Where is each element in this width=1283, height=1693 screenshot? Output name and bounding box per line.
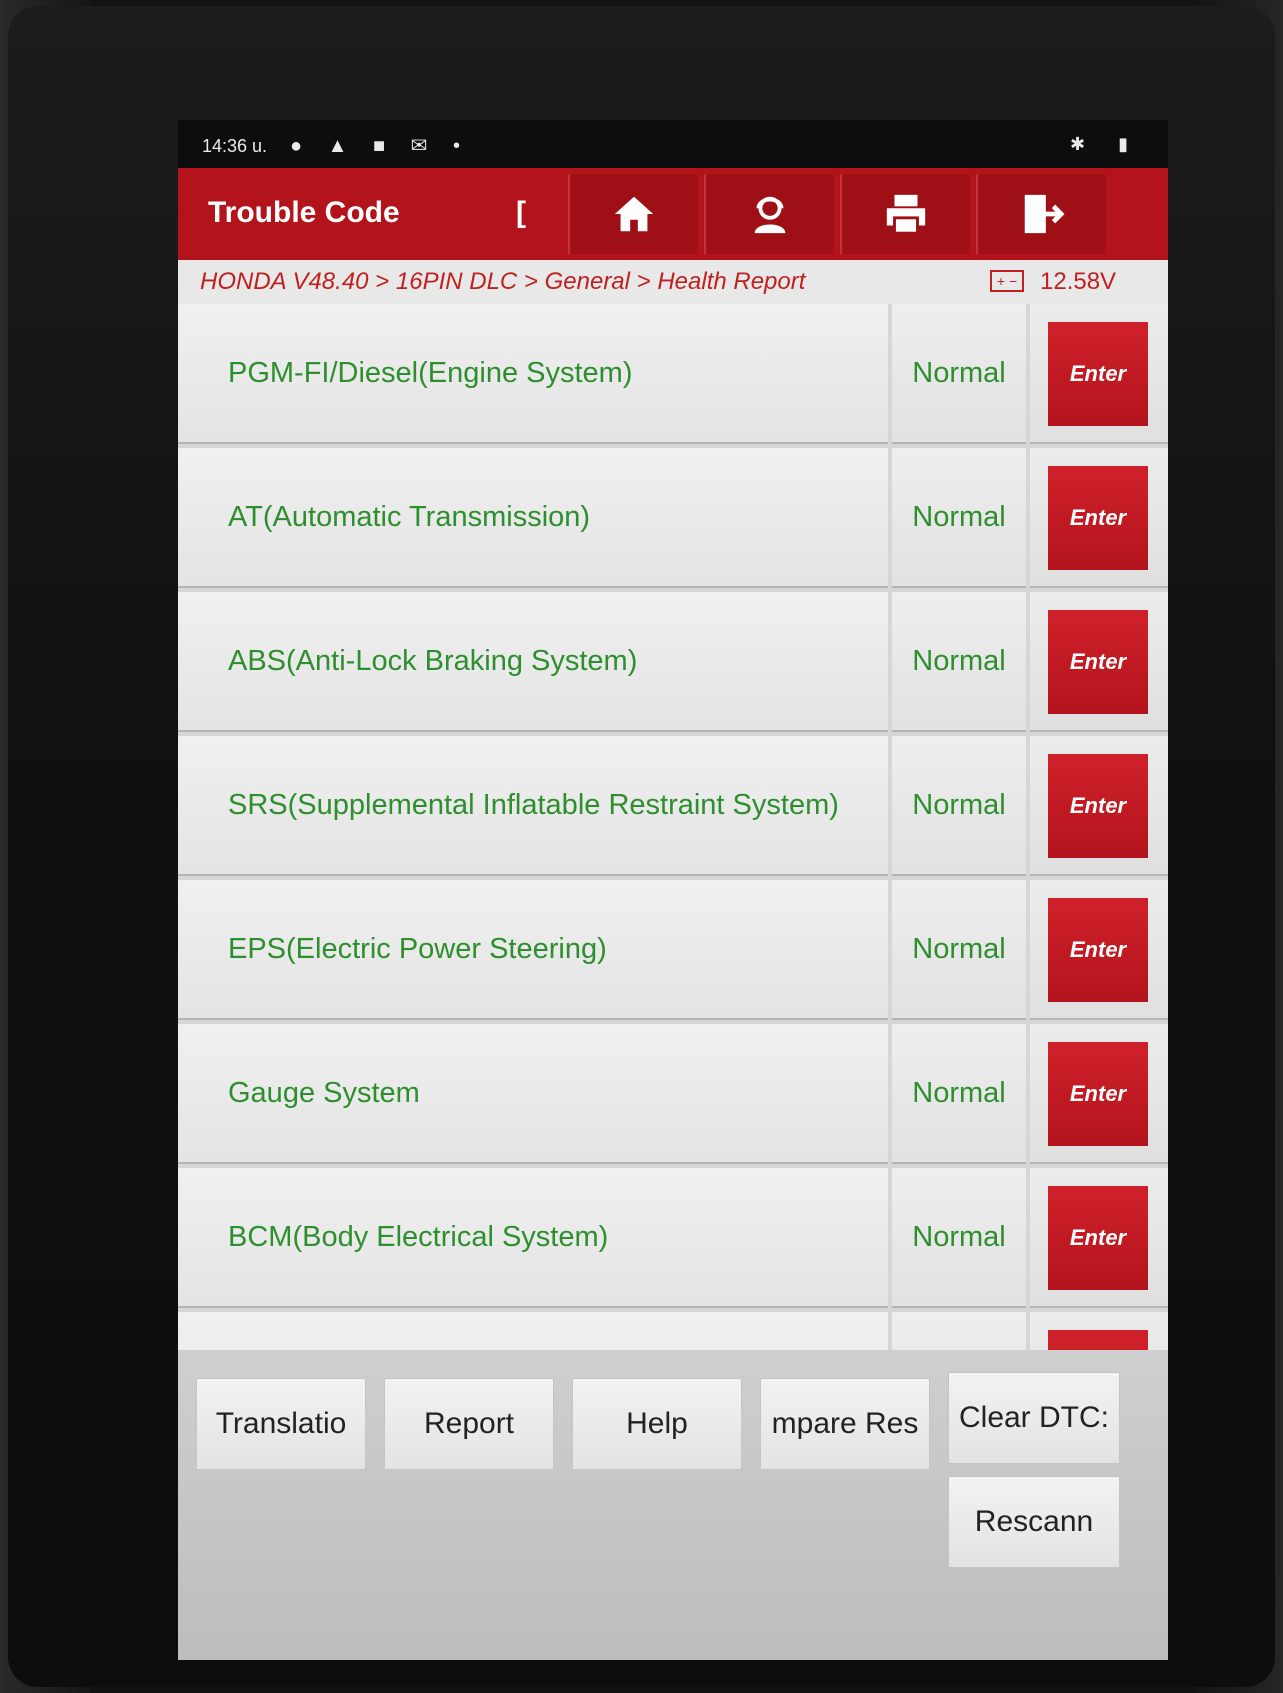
battery-icon: + − (990, 270, 1024, 292)
rescan-button[interactable]: Rescann (948, 1476, 1120, 1568)
status-bar: 14:36 u. ● ▲ ■ ✉ • ✱ ▮ (178, 120, 1168, 168)
system-status: Normal (892, 736, 1026, 876)
system-name-cell: BCM(Body Electrical System) (178, 1168, 888, 1308)
table-row: SRS(Supplemental Inflatable Restraint Sy… (178, 736, 1168, 880)
enter-button[interactable]: Enter (1048, 322, 1148, 426)
table-row: PGM-FI/Diesel(Engine System) Normal Ente… (178, 304, 1168, 448)
clear-dtc-button[interactable]: Clear DTC: (948, 1372, 1120, 1464)
table-row-partial (178, 1312, 1168, 1350)
help-button[interactable]: Help (572, 1378, 742, 1470)
notification-icons: ● ▲ ■ ✉ • (290, 135, 470, 157)
system-list[interactable]: PGM-FI/Diesel(Engine System) Normal Ente… (178, 304, 1168, 1350)
system-name: SRS(Supplemental Inflatable Restraint Sy… (228, 789, 839, 821)
report-button[interactable]: Report (384, 1378, 554, 1470)
enter-button-partial[interactable] (1048, 1330, 1148, 1350)
enter-button[interactable]: Enter (1048, 898, 1148, 1002)
action-cell: Enter (1030, 592, 1168, 732)
header-bar: Trouble Code [ (178, 168, 1168, 260)
system-name: Gauge System (228, 1077, 420, 1109)
bottom-toolbar: Translatio Report Help mpare Res Clear D… (178, 1350, 1168, 1660)
system-status: Normal (892, 448, 1026, 588)
system-name-cell: ABS(Anti-Lock Braking System) (178, 592, 888, 732)
system-name-cell: SRS(Supplemental Inflatable Restraint Sy… (178, 736, 888, 876)
action-cell: Enter (1030, 1024, 1168, 1164)
compare-results-button[interactable]: mpare Res (760, 1378, 930, 1470)
table-row: BCM(Body Electrical System) Normal Enter (178, 1168, 1168, 1312)
system-name: ABS(Anti-Lock Braking System) (228, 645, 638, 677)
system-status: Normal (892, 880, 1026, 1020)
system-name: AT(Automatic Transmission) (228, 501, 591, 533)
print-button[interactable] (840, 174, 970, 254)
system-name-cell: PGM-FI/Diesel(Engine System) (178, 304, 888, 444)
system-status: Normal (892, 1024, 1026, 1164)
voltage-readout: 12.58V (1040, 268, 1117, 295)
system-name: PGM-FI/Diesel(Engine System) (228, 357, 633, 389)
action-cell: Enter (1030, 448, 1168, 588)
system-name-cell (178, 1312, 888, 1350)
enter-button[interactable]: Enter (1048, 1186, 1148, 1290)
enter-button[interactable]: Enter (1048, 466, 1148, 570)
table-row: AT(Automatic Transmission) Normal Enter (178, 448, 1168, 592)
enter-button[interactable]: Enter (1048, 754, 1148, 858)
action-cell: Enter (1030, 880, 1168, 1020)
system-name: EPS(Electric Power Steering) (228, 933, 607, 965)
system-name-cell: AT(Automatic Transmission) (178, 448, 888, 588)
action-cell (1030, 1312, 1168, 1350)
status-time: 14:36 u. (202, 136, 268, 156)
system-status: Normal (892, 304, 1026, 444)
system-name-cell: EPS(Electric Power Steering) (178, 880, 888, 1020)
table-row: Gauge System Normal Enter (178, 1024, 1168, 1168)
exit-button[interactable] (976, 174, 1106, 254)
breadcrumb: HONDA V48.40 > 16PIN DLC > General > Hea… (200, 268, 806, 295)
system-status-cell (892, 1312, 1026, 1350)
home-button[interactable] (568, 174, 698, 254)
exit-icon (1024, 194, 1065, 234)
enter-button[interactable]: Enter (1048, 1042, 1148, 1146)
support-icon (754, 196, 786, 234)
page-title: Trouble Code (208, 196, 400, 229)
system-name-cell: Gauge System (178, 1024, 888, 1164)
action-cell: Enter (1030, 736, 1168, 876)
system-name: BCM(Body Electrical System) (228, 1221, 609, 1253)
title-fragment: [ (516, 196, 526, 229)
breadcrumb-bar: HONDA V48.40 > 16PIN DLC > General > Hea… (178, 260, 1168, 304)
support-button[interactable] (704, 174, 834, 254)
enter-button[interactable]: Enter (1048, 610, 1148, 714)
table-row: ABS(Anti-Lock Braking System) Normal Ent… (178, 592, 1168, 736)
screen: 14:36 u. ● ▲ ■ ✉ • ✱ ▮ Trouble Code [HO… (178, 120, 1168, 1660)
translation-button[interactable]: Translatio (196, 1378, 366, 1470)
system-tray-icons: ✱ ▮ (1070, 134, 1142, 154)
printer-icon (886, 194, 926, 235)
action-cell: Enter (1030, 304, 1168, 444)
system-status: Normal (892, 592, 1026, 732)
table-row: EPS(Electric Power Steering) Normal Ente… (178, 880, 1168, 1024)
action-cell: Enter (1030, 1168, 1168, 1308)
system-status: Normal (892, 1168, 1026, 1308)
home-icon (614, 196, 654, 232)
